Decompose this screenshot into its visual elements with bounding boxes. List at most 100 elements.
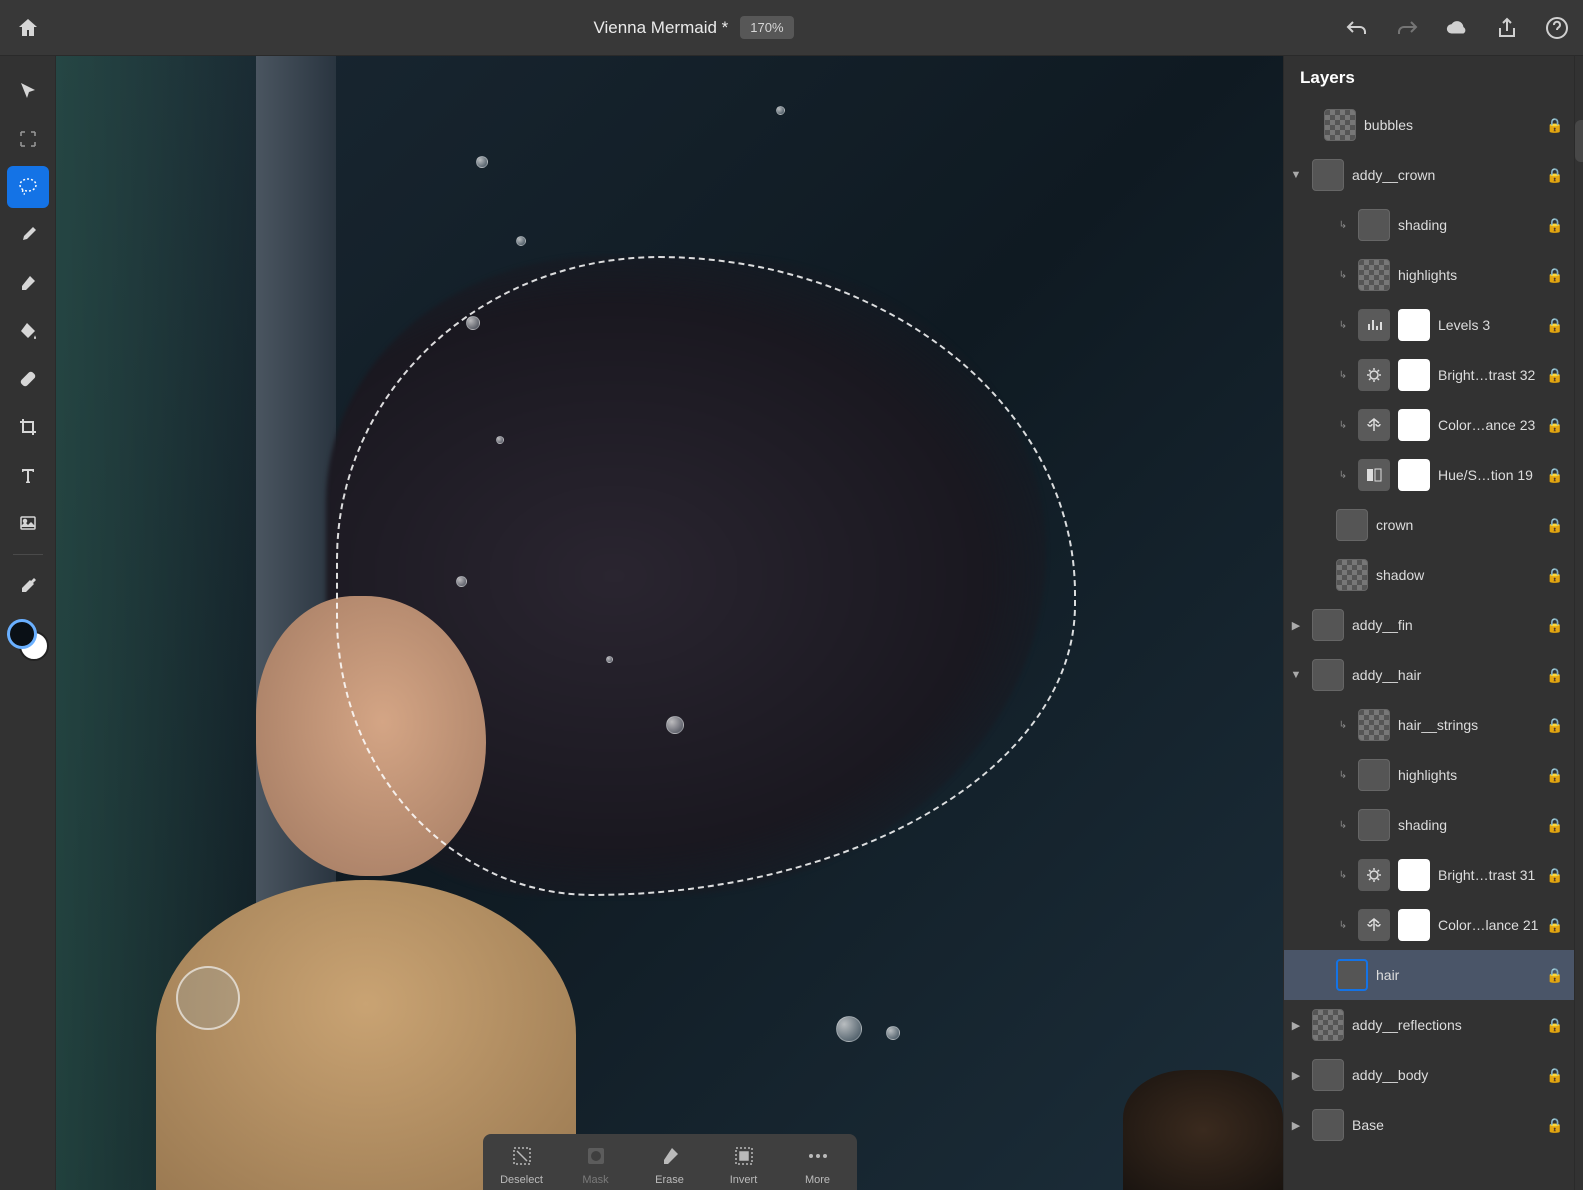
- target-icon[interactable]: [1575, 548, 1583, 590]
- layer-properties-icon[interactable]: [1575, 70, 1583, 112]
- layer-thumb[interactable]: [1358, 809, 1390, 841]
- zoom-badge[interactable]: 170%: [740, 16, 793, 39]
- layer-row[interactable]: ↳shading🔒: [1284, 200, 1574, 250]
- redo-button[interactable]: [1395, 16, 1419, 40]
- mask-thumb[interactable]: [1398, 309, 1430, 341]
- expand-arrow-icon[interactable]: ▶: [1288, 1119, 1304, 1132]
- color-swatch[interactable]: [7, 619, 49, 661]
- lasso-tool[interactable]: [7, 166, 49, 208]
- expand-arrow-icon[interactable]: ▶: [1288, 1069, 1304, 1082]
- home-button[interactable]: [14, 14, 42, 42]
- layer-thumb[interactable]: [1312, 1109, 1344, 1141]
- fill-tool[interactable]: [7, 310, 49, 352]
- layer-thumb[interactable]: [1336, 959, 1368, 991]
- lock-icon[interactable]: 🔒: [1546, 517, 1564, 534]
- lock-icon[interactable]: 🔒: [1546, 767, 1564, 784]
- lock-icon[interactable]: 🔒: [1546, 1117, 1564, 1134]
- layer-thumb[interactable]: [1312, 609, 1344, 641]
- export-icon[interactable]: [1575, 598, 1583, 640]
- layer-row[interactable]: ▼addy__crown🔒: [1284, 150, 1574, 200]
- layer-thumb[interactable]: [1312, 659, 1344, 691]
- layer-thumb[interactable]: [1358, 759, 1390, 791]
- more-rail-icon[interactable]: [1575, 698, 1583, 740]
- visibility-icon[interactable]: [1575, 498, 1583, 540]
- layer-thumb[interactable]: [1312, 1009, 1344, 1041]
- lock-icon[interactable]: 🔒: [1546, 817, 1564, 834]
- eyedropper-tool[interactable]: [7, 565, 49, 607]
- crop-tool[interactable]: [7, 406, 49, 448]
- expand-arrow-icon[interactable]: ▶: [1288, 1019, 1304, 1032]
- invert-button[interactable]: Invert: [709, 1142, 779, 1186]
- cloud-icon[interactable]: [1445, 16, 1469, 40]
- erase-button[interactable]: Erase: [635, 1142, 705, 1186]
- adjustments-icon[interactable]: [1575, 170, 1583, 212]
- lock-icon[interactable]: 🔒: [1546, 317, 1564, 334]
- lock-icon[interactable]: 🔒: [1546, 967, 1564, 984]
- layers-list[interactable]: bubbles🔒▼addy__crown🔒↳shading🔒↳highlight…: [1284, 100, 1574, 1190]
- layer-row[interactable]: ▶addy__reflections🔒: [1284, 1000, 1574, 1050]
- help-button[interactable]: [1545, 16, 1569, 40]
- layer-thumb[interactable]: [1312, 1059, 1344, 1091]
- layer-row[interactable]: ↳Bright…trast 31🔒: [1284, 850, 1574, 900]
- canvas[interactable]: Deselect Mask Erase Invert More: [56, 56, 1283, 1190]
- layers-tab-icon[interactable]: [1575, 120, 1583, 162]
- lock-icon[interactable]: 🔒: [1546, 467, 1564, 484]
- lock-icon[interactable]: 🔒: [1546, 267, 1564, 284]
- layer-row[interactable]: ↳highlights🔒: [1284, 250, 1574, 300]
- mask-thumb[interactable]: [1398, 909, 1430, 941]
- lock-icon[interactable]: 🔒: [1546, 667, 1564, 684]
- eraser-tool[interactable]: [7, 262, 49, 304]
- layer-thumb[interactable]: [1358, 209, 1390, 241]
- brush-tool[interactable]: [7, 214, 49, 256]
- lock-icon[interactable]: 🔒: [1546, 567, 1564, 584]
- layer-row[interactable]: ↳Color…ance 23🔒: [1284, 400, 1574, 450]
- lock-icon[interactable]: 🔒: [1546, 1067, 1564, 1084]
- layer-row[interactable]: ↳highlights🔒: [1284, 750, 1574, 800]
- place-image-tool[interactable]: [7, 502, 49, 544]
- expand-arrow-icon[interactable]: ▼: [1288, 669, 1304, 681]
- layer-row[interactable]: ↳Color…lance 21🔒: [1284, 900, 1574, 950]
- lock-icon[interactable]: 🔒: [1546, 117, 1564, 134]
- move-tool[interactable]: [7, 70, 49, 112]
- share-button[interactable]: [1495, 16, 1519, 40]
- layer-row[interactable]: ↳shading🔒: [1284, 800, 1574, 850]
- lock-icon[interactable]: 🔒: [1546, 367, 1564, 384]
- type-tool[interactable]: [7, 454, 49, 496]
- mask-thumb[interactable]: [1398, 859, 1430, 891]
- layer-row[interactable]: bubbles🔒: [1284, 100, 1574, 150]
- layer-row[interactable]: hair🔒: [1284, 950, 1574, 1000]
- lock-icon[interactable]: 🔒: [1546, 617, 1564, 634]
- mask-thumb[interactable]: [1398, 359, 1430, 391]
- mask-thumb[interactable]: [1398, 409, 1430, 441]
- layer-row[interactable]: ▼addy__hair🔒: [1284, 650, 1574, 700]
- add-layer-icon[interactable]: [1575, 448, 1583, 490]
- heal-tool[interactable]: [7, 358, 49, 400]
- lock-icon[interactable]: 🔒: [1546, 867, 1564, 884]
- layer-row[interactable]: ▶addy__fin🔒: [1284, 600, 1574, 650]
- lock-icon[interactable]: 🔒: [1546, 417, 1564, 434]
- layer-row[interactable]: ↳Levels 3🔒: [1284, 300, 1574, 350]
- lock-icon[interactable]: 🔒: [1546, 1017, 1564, 1034]
- layer-thumb[interactable]: [1358, 709, 1390, 741]
- transform-tool[interactable]: [7, 118, 49, 160]
- lock-icon[interactable]: 🔒: [1546, 217, 1564, 234]
- layer-row[interactable]: ↳hair__strings🔒: [1284, 700, 1574, 750]
- layer-row[interactable]: crown🔒: [1284, 500, 1574, 550]
- layer-thumb[interactable]: [1336, 559, 1368, 591]
- more-button[interactable]: More: [783, 1142, 853, 1186]
- layer-row[interactable]: shadow🔒: [1284, 550, 1574, 600]
- mask-thumb[interactable]: [1398, 459, 1430, 491]
- deselect-button[interactable]: Deselect: [487, 1142, 557, 1186]
- layer-thumb[interactable]: [1336, 509, 1368, 541]
- layer-row[interactable]: ↳Bright…trast 32🔒: [1284, 350, 1574, 400]
- layer-thumb[interactable]: [1324, 109, 1356, 141]
- layer-row[interactable]: ↳Hue/S…tion 19🔒: [1284, 450, 1574, 500]
- expand-arrow-icon[interactable]: ▼: [1288, 169, 1304, 181]
- undo-button[interactable]: [1345, 16, 1369, 40]
- layer-thumb[interactable]: [1358, 259, 1390, 291]
- lock-icon[interactable]: 🔒: [1546, 717, 1564, 734]
- layer-row[interactable]: ▶addy__body🔒: [1284, 1050, 1574, 1100]
- layer-thumb[interactable]: [1312, 159, 1344, 191]
- lock-icon[interactable]: 🔒: [1546, 917, 1564, 934]
- clear-icon[interactable]: [1575, 648, 1583, 690]
